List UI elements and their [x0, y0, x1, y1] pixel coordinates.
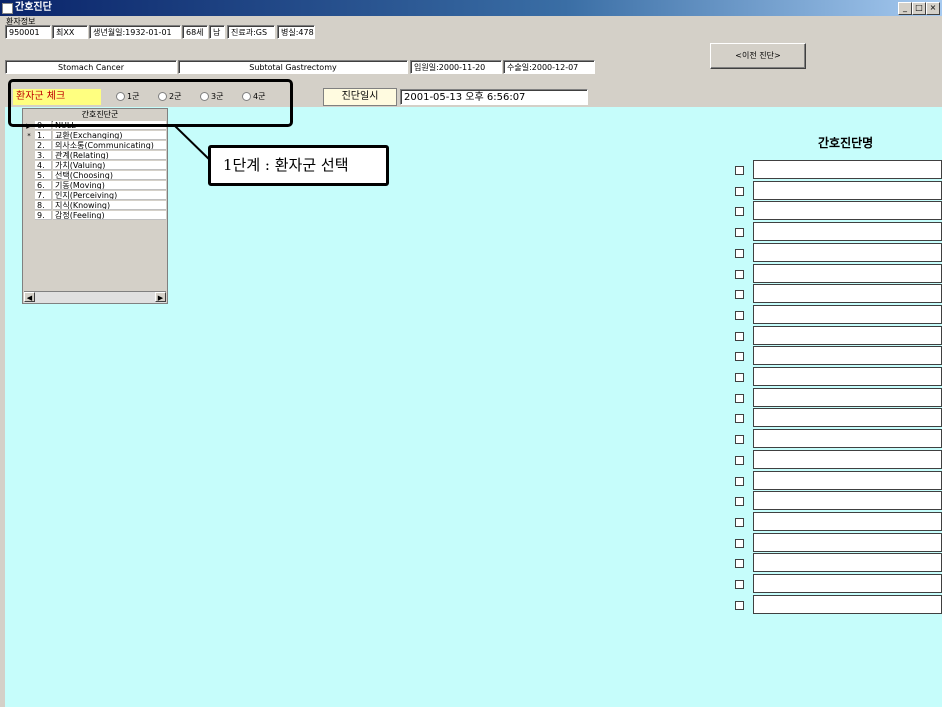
diagnosis-name-field[interactable] — [753, 160, 942, 179]
nursing-diagnosis-row — [735, 471, 942, 490]
diagnosis-name-field[interactable] — [753, 533, 942, 552]
diagnosis-checkbox[interactable] — [735, 414, 744, 423]
diagnosis-checkbox[interactable] — [735, 539, 744, 548]
diagnosis-name-field[interactable] — [753, 181, 942, 200]
diagnosis-name-field[interactable] — [753, 512, 942, 531]
diagnosis-checkbox[interactable] — [735, 456, 744, 465]
diagnosis-name-field[interactable] — [753, 595, 942, 614]
diagnosis-name-field[interactable] — [753, 367, 942, 386]
diagnosis-name-field[interactable] — [753, 553, 942, 572]
diagnosis-checkbox[interactable] — [735, 580, 744, 589]
nursing-diagnosis-row — [735, 305, 942, 324]
diagnosis-name-field[interactable] — [753, 222, 942, 241]
diagnosis-checkbox[interactable] — [735, 518, 744, 527]
nursing-diagnosis-row — [735, 491, 942, 510]
diagnosis-name-field[interactable] — [753, 284, 942, 303]
diagnosis-checkbox[interactable] — [735, 270, 744, 279]
nursing-diagnosis-row — [735, 553, 942, 572]
diagnosis-name-field[interactable] — [753, 388, 942, 407]
nursing-diagnosis-row — [735, 533, 942, 552]
diagnosis-checkbox[interactable] — [735, 228, 744, 237]
diagnosis-name-field[interactable] — [753, 346, 942, 365]
nursing-diagnosis-row — [735, 346, 942, 365]
nursing-diagnosis-row — [735, 264, 942, 283]
nursing-diagnosis-title: 간호진단명 — [818, 136, 874, 150]
main-window: 간호진단 _ □ × 환자정보 950001 최XX 생년월일:1932-01-… — [0, 0, 942, 707]
diagnosis-checkbox[interactable] — [735, 601, 744, 610]
nursing-diagnosis-row — [735, 574, 942, 593]
diagnosis-checkbox[interactable] — [735, 166, 744, 175]
diagnosis-name-field[interactable] — [753, 201, 942, 220]
diagnosis-checkbox[interactable] — [735, 187, 744, 196]
nursing-diagnosis-row — [735, 243, 942, 262]
nursing-diagnosis-row — [735, 388, 942, 407]
diagnosis-checkbox[interactable] — [735, 311, 744, 320]
diagnosis-checkbox[interactable] — [735, 435, 744, 444]
diagnosis-checkbox[interactable] — [735, 249, 744, 258]
diagnosis-name-field[interactable] — [753, 305, 942, 324]
nursing-diagnosis-row — [735, 595, 942, 614]
nursing-diagnosis-row — [735, 201, 942, 220]
diagnosis-name-field[interactable] — [753, 429, 942, 448]
diagnosis-checkbox[interactable] — [735, 352, 744, 361]
diagnosis-name-field[interactable] — [753, 264, 942, 283]
diagnosis-checkbox[interactable] — [735, 477, 744, 486]
diagnosis-name-field[interactable] — [753, 471, 942, 490]
diagnosis-checkbox[interactable] — [735, 559, 744, 568]
diagnosis-checkbox[interactable] — [735, 373, 744, 382]
diagnosis-name-field[interactable] — [753, 491, 942, 510]
nursing-diagnosis-row — [735, 450, 942, 469]
nursing-diagnosis-row — [735, 408, 942, 427]
step-callout: 1단계 : 환자군 선택 — [208, 145, 389, 186]
diagnosis-name-field[interactable] — [753, 574, 942, 593]
nursing-diagnosis-row — [735, 367, 942, 386]
diagnosis-checkbox[interactable] — [735, 207, 744, 216]
diagnosis-checkbox[interactable] — [735, 394, 744, 403]
nursing-diagnosis-row — [735, 181, 942, 200]
diagnosis-name-field[interactable] — [753, 243, 942, 262]
diagnosis-name-field[interactable] — [753, 450, 942, 469]
diagnosis-checkbox[interactable] — [735, 497, 744, 506]
diagnosis-name-field[interactable] — [753, 326, 942, 345]
diagnosis-name-field[interactable] — [753, 408, 942, 427]
nursing-diagnosis-row — [735, 222, 942, 241]
nursing-diagnosis-row — [735, 160, 942, 179]
nursing-diagnosis-row — [735, 326, 942, 345]
nursing-diagnosis-row — [735, 429, 942, 448]
diagnosis-checkbox[interactable] — [735, 332, 744, 341]
nursing-diagnosis-row — [735, 284, 942, 303]
diagnosis-checkbox[interactable] — [735, 290, 744, 299]
nursing-diagnosis-row — [735, 512, 942, 531]
